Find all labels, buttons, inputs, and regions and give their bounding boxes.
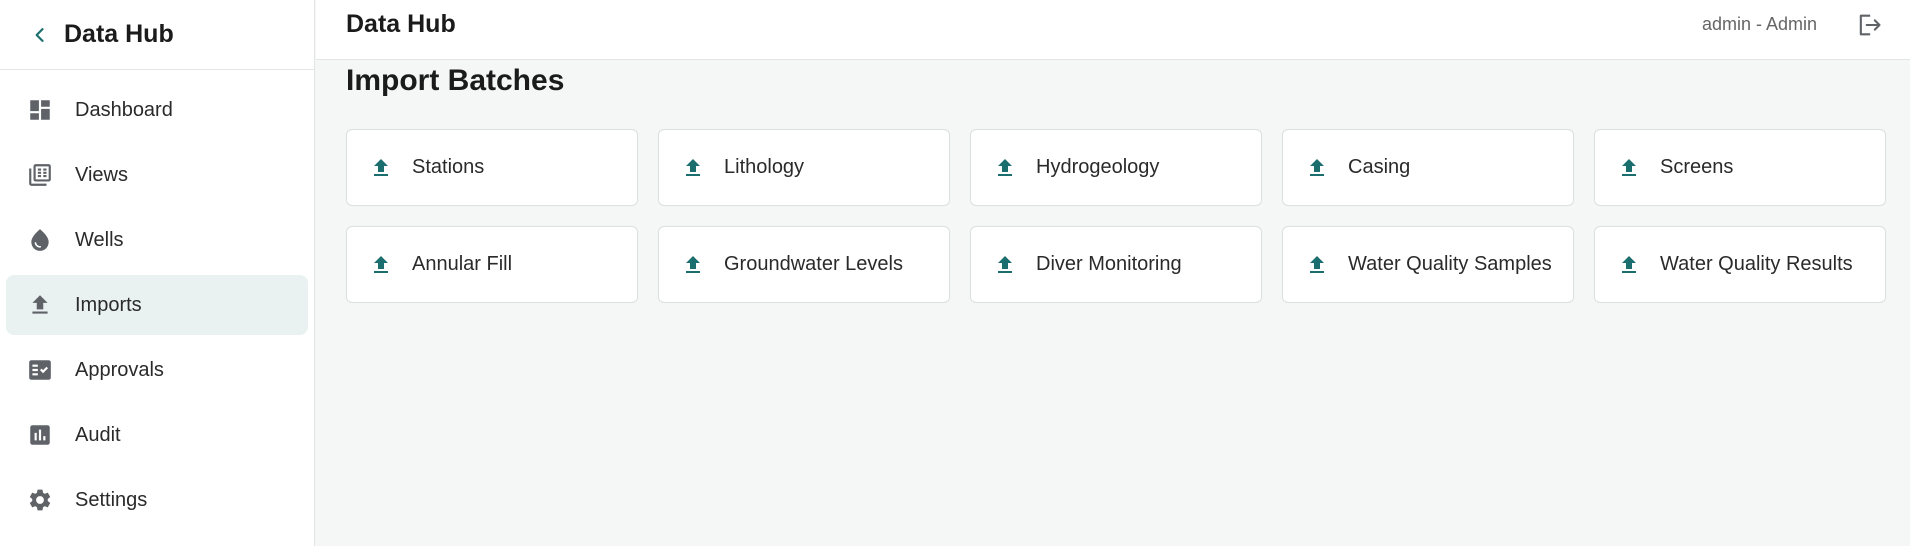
sidebar-item-settings[interactable]: Settings bbox=[6, 470, 308, 530]
sidebar-item-label: Approvals bbox=[75, 358, 164, 381]
dashboard-icon bbox=[27, 97, 53, 123]
import-card-label: Hydrogeology bbox=[1036, 156, 1160, 178]
sidebar-item-imports[interactable]: Imports bbox=[6, 275, 308, 335]
import-card-label: Stations bbox=[412, 156, 485, 178]
page-title: Import Batches bbox=[346, 64, 565, 97]
approval-checklist-icon bbox=[27, 357, 53, 383]
upload-icon bbox=[992, 252, 1018, 278]
upload-icon bbox=[680, 155, 706, 181]
import-card-label: Lithology bbox=[724, 156, 805, 178]
import-batch-grid: Stations Lithology Hydrogeology Casing S… bbox=[346, 129, 1886, 303]
import-card-water-quality-results[interactable]: Water Quality Results bbox=[1594, 226, 1886, 303]
upload-icon bbox=[1616, 155, 1642, 181]
sidebar-item-label: Views bbox=[75, 163, 128, 186]
back-button[interactable] bbox=[20, 15, 60, 55]
upload-icon bbox=[680, 252, 706, 278]
import-card-water-quality-samples[interactable]: Water Quality Samples bbox=[1282, 226, 1574, 303]
upload-icon bbox=[368, 252, 394, 278]
sidebar-item-label: Imports bbox=[75, 293, 142, 316]
import-card-screens[interactable]: Screens bbox=[1594, 129, 1886, 206]
app-title: Data Hub bbox=[346, 10, 456, 38]
sidebar-header: Data Hub bbox=[0, 0, 314, 70]
upload-icon bbox=[1304, 155, 1330, 181]
import-card-lithology[interactable]: Lithology bbox=[658, 129, 950, 206]
sidebar-item-approvals[interactable]: Approvals bbox=[6, 340, 308, 400]
water-drop-icon bbox=[27, 227, 53, 253]
import-card-label: Groundwater Levels bbox=[724, 253, 903, 275]
main-content: Import Batches Stations Lithology Hydrog… bbox=[316, 60, 1910, 546]
sidebar-nav: Dashboard Views Wells Imports Approvals bbox=[0, 70, 314, 530]
import-card-groundwater-levels[interactable]: Groundwater Levels bbox=[658, 226, 950, 303]
sidebar-item-views[interactable]: Views bbox=[6, 145, 308, 205]
upload-icon bbox=[992, 155, 1018, 181]
user-label: admin - Admin bbox=[1701, 14, 1817, 34]
import-card-label: Water Quality Results bbox=[1660, 253, 1853, 275]
chevron-left-icon bbox=[35, 27, 44, 42]
table-view-icon bbox=[27, 162, 53, 188]
bar-chart-icon bbox=[27, 422, 53, 448]
gear-icon bbox=[27, 487, 53, 513]
sidebar-item-label: Settings bbox=[75, 488, 148, 511]
import-card-label: Diver Monitoring bbox=[1036, 253, 1182, 275]
upload-icon bbox=[27, 292, 53, 318]
upload-icon bbox=[1616, 252, 1642, 278]
logout-button[interactable] bbox=[1854, 10, 1884, 40]
sidebar-item-label: Audit bbox=[75, 423, 121, 446]
sidebar-title: Data Hub bbox=[64, 20, 174, 48]
import-card-label: Water Quality Samples bbox=[1348, 253, 1552, 275]
sidebar-item-wells[interactable]: Wells bbox=[6, 210, 308, 270]
sidebar: Data Hub Dashboard Views Wells Imports A… bbox=[0, 0, 315, 546]
import-card-hydrogeology[interactable]: Hydrogeology bbox=[970, 129, 1262, 206]
logout-icon bbox=[1859, 14, 1881, 36]
upload-icon bbox=[368, 155, 394, 181]
import-card-label: Screens bbox=[1660, 156, 1734, 178]
import-card-stations[interactable]: Stations bbox=[346, 129, 638, 206]
sidebar-item-dashboard[interactable]: Dashboard bbox=[6, 80, 308, 140]
sidebar-item-label: Dashboard bbox=[75, 98, 173, 121]
import-card-diver-monitoring[interactable]: Diver Monitoring bbox=[970, 226, 1262, 303]
top-bar: Data Hub admin - Admin bbox=[316, 0, 1910, 60]
sidebar-item-audit[interactable]: Audit bbox=[6, 405, 308, 465]
upload-icon bbox=[1304, 252, 1330, 278]
import-card-label: Casing bbox=[1348, 156, 1411, 178]
import-card-annular-fill[interactable]: Annular Fill bbox=[346, 226, 638, 303]
sidebar-item-label: Wells bbox=[75, 228, 124, 251]
import-card-label: Annular Fill bbox=[412, 253, 513, 275]
import-card-casing[interactable]: Casing bbox=[1282, 129, 1574, 206]
